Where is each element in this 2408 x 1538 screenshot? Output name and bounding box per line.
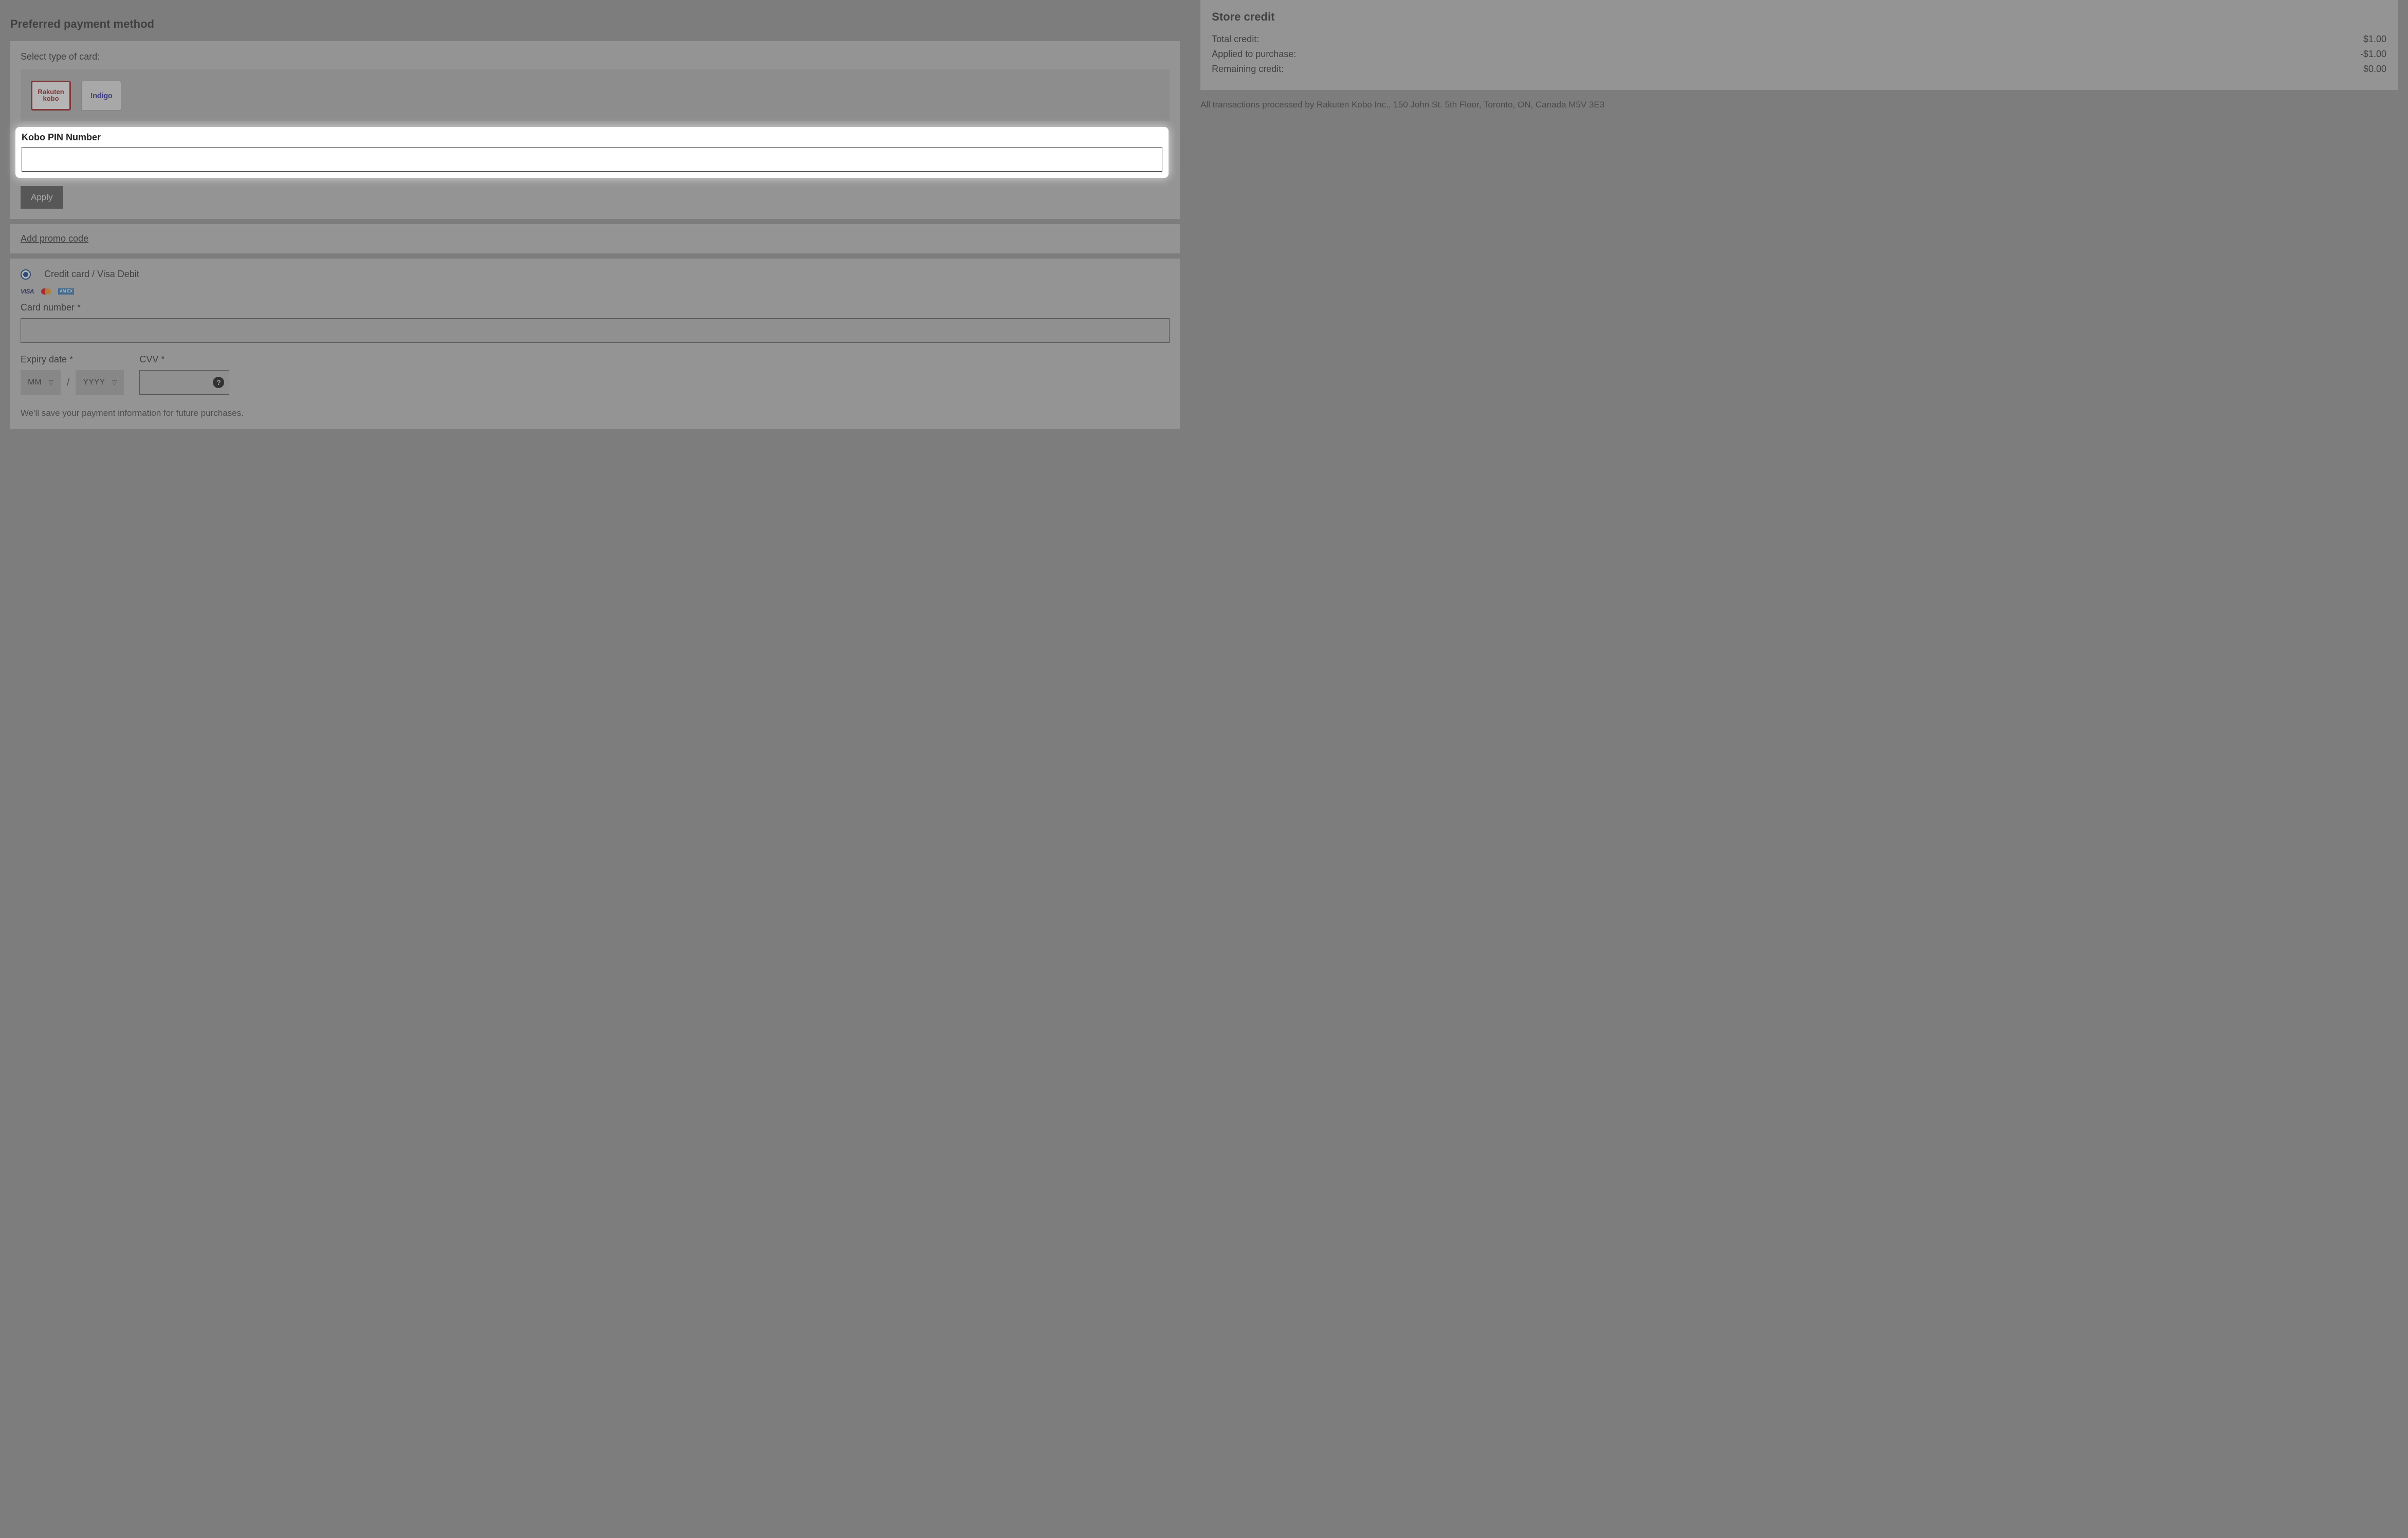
expiry-year-select[interactable]: YYYY ▽	[76, 370, 124, 395]
credit-card-panel: Credit card / Visa Debit VISA AM EX Card…	[10, 259, 1180, 429]
expiry-month-placeholder: MM	[28, 378, 42, 387]
save-payment-note: We'll save your payment information for …	[21, 408, 1170, 418]
store-credit-panel: Store credit Total credit: $1.00 Applied…	[1200, 0, 2398, 90]
card-option-indigo[interactable]: !ndigo	[81, 81, 121, 111]
pin-entry-highlight: Kobo PIN Number	[15, 127, 1169, 178]
visa-icon: VISA	[21, 288, 34, 295]
chevron-down-icon: ▽	[112, 379, 117, 386]
pin-label: Kobo PIN Number	[22, 132, 1162, 143]
card-option-rakuten-kobo[interactable]: Rakuten kobo	[31, 81, 71, 111]
chevron-down-icon: ▽	[49, 379, 53, 386]
expiry-month-select[interactable]: MM ▽	[21, 370, 61, 395]
card-type-subpanel: Rakuten kobo !ndigo	[21, 69, 1170, 121]
legal-text: All transactions processed by Rakuten Ko…	[1200, 98, 2398, 112]
apply-button[interactable]: Apply	[21, 186, 63, 209]
card-number-label: Card number *	[21, 302, 1170, 313]
credit-card-radio-label: Credit card / Visa Debit	[44, 269, 139, 280]
store-credit-row-value: $1.00	[2363, 34, 2386, 45]
mastercard-icon	[41, 288, 51, 295]
credit-card-radio[interactable]	[21, 269, 31, 280]
store-credit-row: Applied to purchase: -$1.00	[1212, 47, 2386, 62]
store-credit-title: Store credit	[1212, 10, 2386, 24]
expiry-label: Expiry date *	[21, 354, 124, 365]
store-credit-row: Total credit: $1.00	[1212, 32, 2386, 47]
store-credit-row-label: Total credit:	[1212, 34, 1259, 45]
cvv-label: CVV *	[139, 354, 229, 365]
promo-panel: Add promo code	[10, 224, 1180, 253]
amex-icon: AM EX	[58, 288, 74, 295]
expiry-year-placeholder: YYYY	[83, 378, 105, 387]
store-credit-row-label: Remaining credit:	[1212, 64, 1284, 75]
store-credit-row-value: -$1.00	[2360, 49, 2386, 60]
preferred-payment-title: Preferred payment method	[10, 17, 1180, 31]
radio-selected-icon	[23, 272, 28, 277]
store-credit-row: Remaining credit: $0.00	[1212, 62, 2386, 77]
store-credit-row-value: $0.00	[2363, 64, 2386, 75]
pin-input[interactable]	[22, 147, 1162, 172]
card-number-input[interactable]	[21, 318, 1170, 343]
cvv-help-icon[interactable]: ?	[213, 377, 224, 388]
gift-card-panel: Select type of card: Rakuten kobo !ndigo…	[10, 41, 1180, 219]
select-card-label: Select type of card:	[21, 51, 1170, 62]
add-promo-code-link[interactable]: Add promo code	[21, 233, 88, 244]
store-credit-row-label: Applied to purchase:	[1212, 49, 1296, 60]
expiry-separator: /	[67, 377, 70, 389]
rakuten-label-line2: kobo	[43, 95, 59, 102]
indigo-label: !ndigo	[90, 91, 113, 100]
